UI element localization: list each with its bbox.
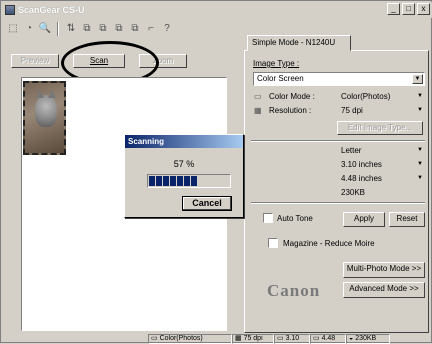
- simple-mode-page: Image Type : Color Screen ▼ ▭ Color Mode…: [244, 50, 429, 333]
- title-bar: ScanGear CS-U _ □ x: [2, 2, 432, 18]
- progress-bar: [147, 174, 231, 188]
- advanced-mode-button[interactable]: Advanced Mode >>: [343, 282, 425, 298]
- tone-curve-icon[interactable]: ⌐: [144, 22, 158, 36]
- progress-segment: [177, 176, 183, 186]
- minimize-button[interactable]: _: [387, 3, 400, 15]
- progress-segment: [156, 176, 162, 186]
- color-mode-icon: ▭: [254, 92, 262, 101]
- resolution-label: Resolution :: [269, 106, 312, 115]
- settings-panel: Simple Mode - N1240U Image Type : Color …: [244, 21, 430, 333]
- progress-segment: [191, 176, 197, 186]
- close-button[interactable]: x: [417, 3, 430, 15]
- status-resolution: ▦ 75 dpi: [232, 333, 274, 344]
- paper-size-value[interactable]: Letter: [341, 146, 361, 155]
- image-type-select[interactable]: Color Screen ▼: [253, 72, 425, 86]
- status-size: ◒ 230KB: [346, 333, 390, 344]
- help-icon[interactable]: ?: [160, 22, 174, 36]
- chevron-down-icon[interactable]: ▼: [417, 147, 423, 153]
- status-height: ▭ 4.48: [310, 333, 346, 344]
- clear-crop-icon[interactable]: ⧉: [128, 22, 142, 36]
- reset-button[interactable]: Reset: [389, 212, 425, 227]
- tab-simple-mode[interactable]: Simple Mode - N1240U: [247, 35, 351, 51]
- image-type-value: Color Screen: [257, 74, 304, 83]
- chevron-down-icon[interactable]: ▼: [417, 107, 423, 113]
- chevron-down-icon[interactable]: ▼: [417, 93, 423, 99]
- cancel-button[interactable]: Cancel: [182, 196, 232, 211]
- color-mode-label: Color Mode :: [269, 92, 315, 101]
- scanning-dialog: Scanning 57 % Cancel: [124, 134, 244, 218]
- flip-tool-icon[interactable]: ⇅: [64, 22, 78, 36]
- chevron-down-icon: ▼: [412, 74, 423, 84]
- cat-image: [35, 90, 57, 127]
- progress-percent: 57 %: [173, 159, 195, 169]
- auto-tone-label: Auto Tone: [277, 214, 313, 223]
- app-icon: [5, 5, 15, 15]
- rotate-tool-icon[interactable]: ◔: [22, 22, 36, 36]
- divider: [251, 202, 425, 204]
- progress-segment: [184, 176, 190, 186]
- chevron-down-icon[interactable]: ▼: [417, 161, 423, 167]
- chevron-down-icon[interactable]: ▼: [417, 175, 423, 181]
- magazine-moire-checkbox[interactable]: [268, 238, 278, 248]
- resolution-icon: ▦: [254, 106, 262, 115]
- color-mode-value[interactable]: Color(Photos): [341, 92, 390, 101]
- progress-segment: [149, 176, 155, 186]
- toolbar: ⬚ ◔ 🔍 ⇅ ⧉ ⧉ ⧉ ⧉ ⌐ ?: [3, 20, 243, 38]
- output-height-value[interactable]: 4.48 inches: [341, 174, 382, 183]
- status-width: ▭ 3.10: [274, 333, 310, 344]
- main-window: ScanGear CS-U _ □ x ⬚ ◔ 🔍 ⇅ ⧉ ⧉ ⧉ ⧉ ⌐ ? …: [0, 0, 432, 344]
- preview-button[interactable]: Preview: [11, 54, 59, 68]
- window-title: ScanGear CS-U: [18, 5, 85, 15]
- magazine-moire-label: Magazine - Reduce Moire: [283, 239, 375, 248]
- edit-image-type-button[interactable]: Edit Image Type...: [337, 121, 423, 135]
- multi-photo-mode-button[interactable]: Multi-Photo Mode >>: [343, 262, 425, 278]
- crop-tool-icon[interactable]: ⧉: [80, 22, 94, 36]
- toolbar-divider: [57, 22, 59, 36]
- apply-button[interactable]: Apply: [343, 212, 385, 227]
- multi-crop-icon[interactable]: ⧉: [112, 22, 126, 36]
- select-tool-icon[interactable]: ⬚: [6, 22, 20, 36]
- auto-crop-icon[interactable]: ⧉: [96, 22, 110, 36]
- file-size-value: 230KB: [341, 188, 366, 197]
- zoom-tool-icon[interactable]: 🔍: [38, 22, 52, 36]
- cropped-photo[interactable]: [23, 81, 66, 155]
- status-color-mode: ▭ Color(Photos): [148, 333, 232, 344]
- output-width-value[interactable]: 3.10 inches: [341, 160, 382, 169]
- progress-segment: [163, 176, 169, 186]
- divider: [251, 140, 425, 142]
- resolution-value[interactable]: 75 dpi: [341, 106, 363, 115]
- dialog-title: Scanning: [125, 135, 243, 148]
- image-type-label: Image Type :: [253, 59, 300, 68]
- status-blank: [2, 334, 148, 344]
- canon-logo: Canon: [267, 281, 321, 300]
- status-bar: ▭ Color(Photos) ▦ 75 dpi ▭ 3.10 ▭ 4.48 ◒…: [2, 333, 432, 344]
- progress-segment: [170, 176, 176, 186]
- maximize-button[interactable]: □: [402, 3, 415, 15]
- auto-tone-checkbox[interactable]: [263, 213, 273, 223]
